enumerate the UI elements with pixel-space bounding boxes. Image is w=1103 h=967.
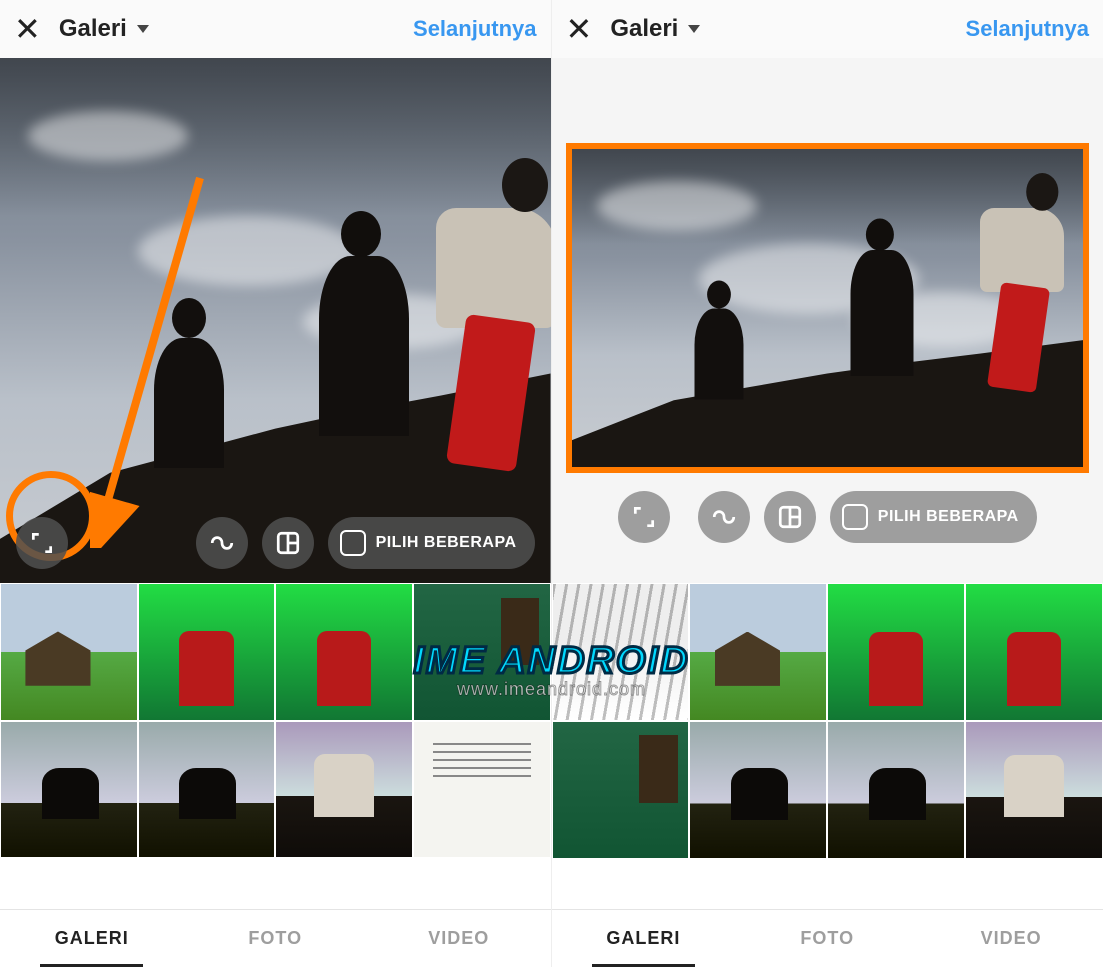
header-title: Galeri [610, 15, 678, 43]
gallery-thumb[interactable] [965, 721, 1103, 859]
select-multiple-label: PILIH BEBERAPA [376, 534, 517, 552]
stack-icon [842, 504, 868, 530]
gallery-thumb[interactable] [552, 583, 690, 721]
bottom-tabs: GALERI FOTO VIDEO [0, 909, 551, 967]
layout-collage-button[interactable] [764, 491, 816, 543]
gallery-grid [552, 583, 1103, 859]
chevron-down-icon [688, 25, 700, 33]
chevron-down-icon [137, 25, 149, 33]
gallery-thumb[interactable] [0, 583, 138, 721]
boomerang-button[interactable] [698, 491, 750, 543]
gallery-thumb[interactable] [0, 721, 138, 859]
tab-photo[interactable]: FOTO [184, 910, 368, 967]
preview-toolbar: PILIH BEBERAPA [0, 517, 551, 569]
select-multiple-button[interactable]: PILIH BEBERAPA [328, 517, 535, 569]
tab-gallery[interactable]: GALERI [552, 910, 736, 967]
gallery-thumb[interactable] [275, 721, 413, 859]
next-button[interactable]: Selanjutnya [413, 16, 536, 42]
select-multiple-button[interactable]: PILIH BEBERAPA [830, 491, 1037, 543]
close-icon[interactable]: ✕ [566, 13, 611, 45]
gallery-thumb[interactable] [965, 583, 1103, 721]
next-button[interactable]: Selanjutnya [966, 16, 1089, 42]
gallery-thumb[interactable] [138, 583, 276, 721]
select-multiple-label: PILIH BEBERAPA [878, 508, 1019, 526]
top-bar: ✕ Galeri Selanjutnya [0, 0, 551, 58]
gallery-dropdown[interactable]: Galeri [610, 15, 965, 43]
gallery-thumb[interactable] [413, 583, 551, 721]
gallery-thumb[interactable] [689, 583, 827, 721]
gallery-thumb[interactable] [827, 583, 965, 721]
preview-image-framed [566, 143, 1090, 473]
expand-crop-button[interactable] [618, 491, 670, 543]
top-bar: ✕ Galeri Selanjutnya [552, 0, 1103, 58]
gallery-grid [0, 583, 551, 858]
gallery-dropdown[interactable]: Galeri [59, 15, 413, 43]
preview-image [0, 58, 551, 583]
photo-preview[interactable]: PILIH BEBERAPA [552, 58, 1103, 583]
tab-video[interactable]: VIDEO [919, 910, 1103, 967]
gallery-thumb[interactable] [413, 721, 551, 859]
gallery-thumb[interactable] [138, 721, 276, 859]
tab-gallery[interactable]: GALERI [0, 910, 184, 967]
phone-screen-right: ✕ Galeri Selanjutnya [552, 0, 1103, 967]
close-icon[interactable]: ✕ [14, 13, 59, 45]
gallery-thumb[interactable] [827, 721, 965, 859]
tab-photo[interactable]: FOTO [735, 910, 919, 967]
layout-collage-button[interactable] [262, 517, 314, 569]
preview-toolbar: PILIH BEBERAPA [614, 491, 1041, 543]
gallery-thumb[interactable] [689, 721, 827, 859]
stack-icon [340, 530, 366, 556]
gallery-thumb[interactable] [275, 583, 413, 721]
tab-video[interactable]: VIDEO [367, 910, 551, 967]
expand-crop-button[interactable] [16, 517, 68, 569]
phone-screen-left: ✕ Galeri Selanjutnya [0, 0, 552, 967]
gallery-thumb[interactable] [552, 721, 690, 859]
boomerang-button[interactable] [196, 517, 248, 569]
header-title: Galeri [59, 15, 127, 43]
bottom-tabs: GALERI FOTO VIDEO [552, 909, 1103, 967]
photo-preview[interactable]: PILIH BEBERAPA [0, 58, 551, 583]
